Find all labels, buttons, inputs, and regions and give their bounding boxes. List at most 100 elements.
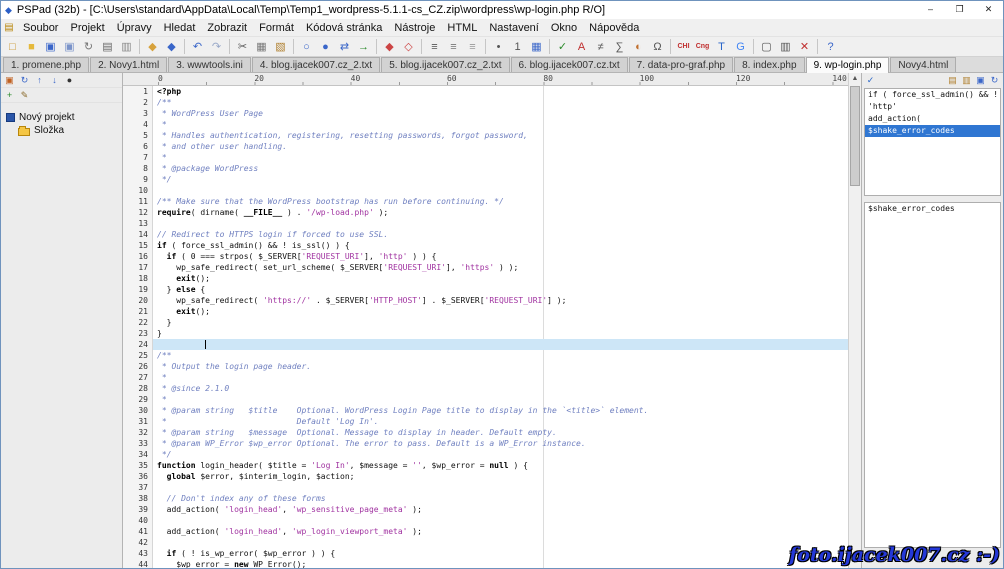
char-table-button[interactable]: Ω [648,38,667,56]
close-button[interactable]: ✕ [974,1,1003,19]
color-picker-button[interactable]: ◐ [629,38,648,56]
paste-button[interactable]: ▧ [271,38,290,56]
tab-novy4-html[interactable]: Novy4.html [890,57,956,72]
tab-5-blog-ijacek007-cz-2-txt[interactable]: 5. blog.ijacek007.cz_2.txt [381,57,509,72]
align-center-button[interactable]: ≡ [444,38,463,56]
project-root-item[interactable]: Nový projekt [1,111,122,124]
move-up-button[interactable]: ↑ [33,74,46,87]
redo-button[interactable]: ↷ [207,38,226,56]
maximize-button[interactable]: ❐ [945,1,974,19]
tab-3-wwwtools-ini[interactable]: 3. wwwtools.ini [168,57,251,72]
print-preview-button[interactable]: ▥ [117,38,136,56]
code-line[interactable]: 12require( dirname( __FILE__ ) . '/wp-lo… [123,207,848,218]
code-area[interactable]: 1<?php2/**3 * WordPress User Page4 *5 * … [123,86,848,568]
scroll-up-icon[interactable]: ▲ [849,73,861,85]
tab-6-blog-ijacek007-cz-txt[interactable]: 6. blog.ijacek007.cz.txt [511,57,628,72]
code-inspector-button[interactable]: Cng [693,38,712,56]
code-line[interactable]: 8 * @package WordPress [123,163,848,174]
print-button[interactable]: ▤ [98,38,117,56]
project-save-button[interactable]: ◆ [162,38,181,56]
code-line[interactable]: 30 * @param string $title Optional. Word… [123,405,848,416]
panel-toggle-button[interactable]: ▣ [3,74,16,87]
bookmark-button[interactable]: ◆ [380,38,399,56]
project-folder-item[interactable]: Složka [1,124,122,137]
code-line[interactable]: 36 global $error, $interim_login, $actio… [123,471,848,482]
tab-9-wp-login-php[interactable]: 9. wp-login.php [806,57,890,73]
code-line[interactable]: 44 $wp_error = new WP_Error(); [123,559,848,568]
refresh-list-button[interactable]: ↻ [988,74,1001,87]
move-down-button[interactable]: ↓ [48,74,61,87]
scrollbar-thumb[interactable] [850,86,860,186]
fullscreen-button[interactable]: ▢ [757,38,776,56]
menu-form-t[interactable]: Formát [253,21,300,35]
code-line[interactable]: 35function login_header( $title = 'Log I… [123,460,848,471]
code-line[interactable]: 42 [123,537,848,548]
save-list-button[interactable]: ▣ [974,74,987,87]
code-line[interactable]: 6 * and other user handling. [123,141,848,152]
find-next-button[interactable]: ● [316,38,335,56]
document-menu-icon[interactable]: ▤ [1,22,17,33]
save-all-button[interactable]: ▣ [60,38,79,56]
code-line[interactable]: 39 add_action( 'login_head', 'wp_sensiti… [123,504,848,515]
code-line[interactable]: 33 * @param WP_Error $wp_error Optional.… [123,438,848,449]
menu-hledat[interactable]: Hledat [158,21,202,35]
find-button[interactable]: ○ [297,38,316,56]
code-line[interactable]: 19 } else { [123,284,848,295]
menu-zobrazit[interactable]: Zobrazit [201,21,253,35]
explorer-item[interactable]: add_action( [865,113,1000,125]
filter-check-button[interactable]: ✓ [864,74,877,87]
tab-2-novy1-html[interactable]: 2. Novy1.html [90,57,167,72]
refresh-project-button[interactable]: ↻ [18,74,31,87]
scroll-down-icon[interactable]: ▼ [849,556,861,568]
menu-n-pov-da[interactable]: Nápověda [583,21,645,35]
chm-viewer-button[interactable]: CHI [674,38,693,56]
code-line[interactable]: 23} [123,328,848,339]
code-line[interactable]: 14// Redirect to HTTPS login if forced t… [123,229,848,240]
code-line[interactable]: 20 wp_safe_redirect( 'https://' . $_SERV… [123,295,848,306]
code-line[interactable]: 25/** [123,350,848,361]
list-bullets-button[interactable]: • [489,38,508,56]
code-line[interactable]: 15if ( force_ssl_admin() && ! is_ssl() )… [123,240,848,251]
code-line[interactable]: 7 * [123,152,848,163]
code-line[interactable]: 22 } [123,317,848,328]
code-line[interactable]: 32 * @param string $message Optional. Me… [123,427,848,438]
code-line[interactable]: 24 [123,339,848,350]
text-diff-button[interactable]: ≠ [591,38,610,56]
code-line[interactable]: 41 add_action( 'login_head', 'wp_login_v… [123,526,848,537]
project-open-button[interactable]: ◆ [143,38,162,56]
list-numbered-button[interactable]: 1 [508,38,527,56]
symbol-list[interactable]: $shake_error_codes [864,202,1001,548]
tab-8-index-php[interactable]: 8. index.php [734,57,805,72]
copy-list-button[interactable]: ▤ [946,74,959,87]
code-editor[interactable]: 020406080100120140 1<?php2/**3 * WordPre… [123,73,848,568]
menu-html[interactable]: HTML [441,21,483,35]
code-line[interactable]: 2/** [123,97,848,108]
code-line[interactable]: 9 */ [123,174,848,185]
menu-projekt[interactable]: Projekt [64,21,110,35]
open-file-button[interactable]: ■ [22,38,41,56]
code-line[interactable]: 17 wp_safe_redirect( set_url_scheme( $_S… [123,262,848,273]
code-line[interactable]: 31 * Default 'Log In'. [123,416,848,427]
code-explorer-list[interactable]: if ( force_ssl_admin() && ! is_ssl() ) {… [864,88,1001,196]
code-line[interactable]: 37 [123,482,848,493]
code-line[interactable]: 34 */ [123,449,848,460]
tab-7-data-pro-graf-php[interactable]: 7. data-pro-graf.php [629,57,733,72]
copy-button[interactable]: ▦ [252,38,271,56]
topstyle-button[interactable]: T [712,38,731,56]
explorer-item[interactable]: 'http' [865,101,1000,113]
menu-soubor[interactable]: Soubor [17,21,64,35]
code-line[interactable]: 29 * [123,394,848,405]
save-file-button[interactable]: ▣ [41,38,60,56]
explorer-item[interactable]: if ( force_ssl_admin() && ! is_ssl() ) { [865,89,1000,101]
explorer-item[interactable]: $shake_error_codes [865,125,1000,137]
code-line[interactable]: 43 if ( ! is_wp_error( $wp_error ) ) { [123,548,848,559]
window-panels-button[interactable]: ▥ [776,38,795,56]
menu-pravy[interactable]: Úpravy [111,21,158,35]
menu-n-stroje[interactable]: Nástroje [388,21,441,35]
replace-button[interactable]: ⇄ [335,38,354,56]
code-line[interactable]: 27 * [123,372,848,383]
edit-item-button[interactable]: ✎ [18,89,31,102]
cut-button[interactable]: ✂ [233,38,252,56]
menu-k-dov-str-nka[interactable]: Kódová stránka [300,21,388,35]
menu-nastaven[interactable]: Nastavení [483,21,545,35]
